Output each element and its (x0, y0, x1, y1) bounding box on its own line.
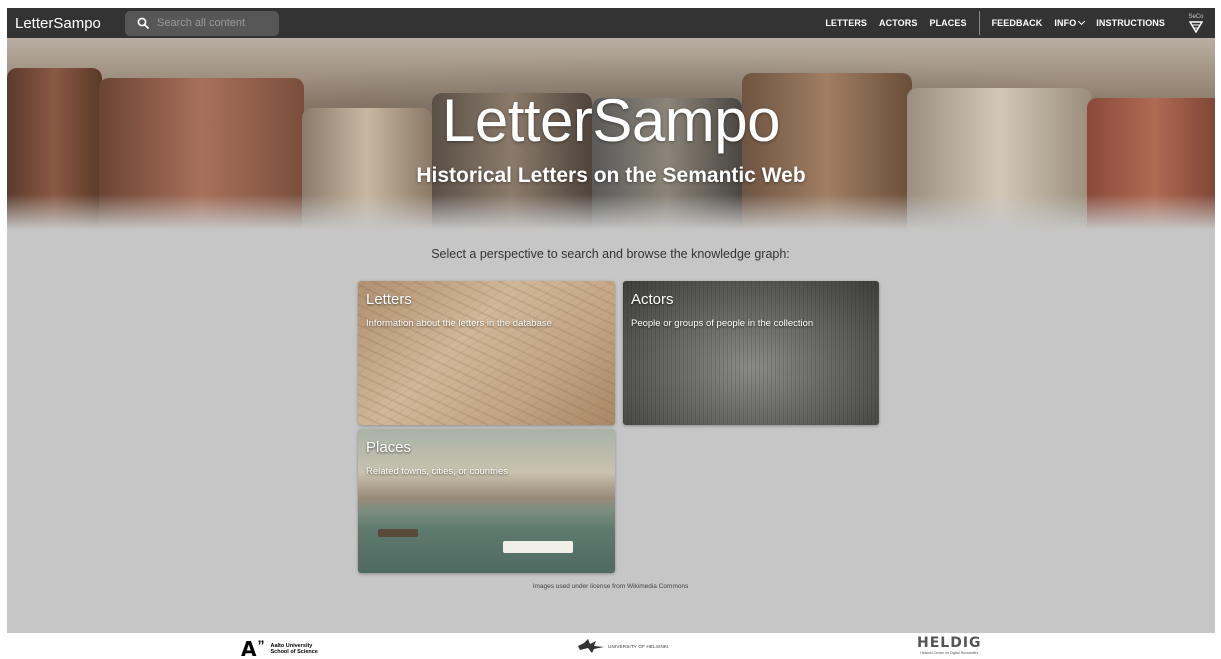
seco-logo-icon (1189, 20, 1203, 33)
hero-subtitle: Historical Letters on the Semantic Web (416, 164, 806, 187)
heldig-logo[interactable]: HELDIG Helsinki Centre for Digital Human… (917, 635, 982, 656)
card-title: Letters (366, 291, 412, 308)
image-license-note: Images used under license from Wikimedia… (532, 583, 689, 590)
perspective-card-actors[interactable]: Actors People or groups of people in the… (623, 281, 879, 425)
aalto-logo-quote: ” (257, 637, 265, 653)
nav-places[interactable]: PLACES (929, 18, 966, 28)
search-input[interactable] (157, 17, 277, 29)
perspective-card-places[interactable]: Places Related towns, cities, or countri… (358, 429, 615, 573)
card-title: Actors (631, 291, 674, 308)
seco-logo-link[interactable]: SeCo (1185, 8, 1207, 38)
card-description: Information about the letters in the dat… (366, 318, 552, 329)
helsinki-logo-text: UNIVERSITY OF HELSINKI (608, 643, 669, 649)
aalto-logo-mark: A (241, 637, 257, 659)
brand-link[interactable]: LetterSampo (7, 15, 125, 32)
perspective-card-letters[interactable]: Letters Information about the letters in… (358, 281, 615, 425)
card-title: Places (366, 439, 412, 456)
boat-illustration (378, 529, 418, 537)
university-of-helsinki-logo[interactable]: UNIVERSITY OF HELSINKI (576, 638, 669, 654)
card-description: Related towns, cities, or countries (366, 466, 509, 477)
heldig-logo-subtext: Helsinki Centre for Digital Humanities (920, 651, 979, 655)
hero-title: LetterSampo (441, 87, 781, 154)
aalto-logo-text: Aalto University School of Science (270, 643, 317, 655)
search-icon (137, 17, 149, 29)
aalto-logo[interactable]: A ” Aalto University School of Science (241, 637, 318, 659)
aalto-line-2: School of Science (270, 649, 318, 655)
app-bar: LetterSampo LETTERS ACTORS PLACES FEEDBA… (7, 8, 1215, 38)
left-frame (0, 8, 7, 638)
top-nav: LETTERS ACTORS PLACES FEEDBACK INFO INST… (819, 8, 1215, 38)
top-frame (0, 0, 1221, 8)
hero-fade (7, 194, 1215, 230)
helsinki-crest-icon (578, 639, 604, 653)
perspective-prompt: Select a perspective to search and brows… (431, 247, 790, 261)
nav-divider (978, 11, 980, 35)
footer: A ” Aalto University School of Science U… (0, 633, 1221, 659)
right-frame (1215, 8, 1221, 638)
hero-banner: LetterSampo Historical Letters on the Se… (7, 38, 1215, 230)
heldig-logo-text: HELDIG (917, 635, 982, 651)
nav-instructions[interactable]: INSTRUCTIONS (1096, 18, 1165, 28)
search-box[interactable] (125, 10, 279, 36)
nav-feedback[interactable]: FEEDBACK (992, 18, 1043, 28)
boat-illustration (503, 541, 573, 553)
seco-logo-text: SeCo (1188, 13, 1204, 20)
nav-info[interactable]: INFO (1054, 17, 1086, 28)
nav-letters[interactable]: LETTERS (825, 18, 867, 28)
nav-info-label: INFO (1054, 18, 1077, 28)
card-description: People or groups of people in the collec… (631, 318, 814, 329)
nav-actors[interactable]: ACTORS (879, 18, 917, 28)
chevron-down-icon (1078, 17, 1086, 26)
